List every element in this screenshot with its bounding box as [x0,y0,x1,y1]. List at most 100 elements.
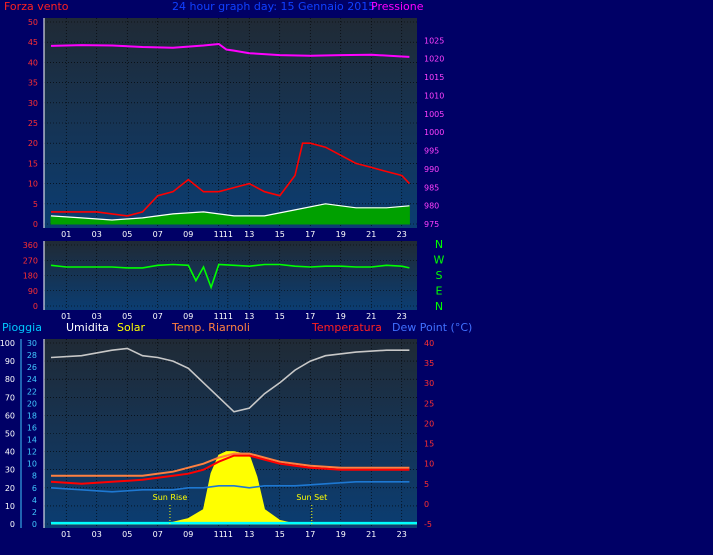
wind-speed-tick-label: 20 [28,139,38,148]
rain-tick-label: 4 [32,496,37,505]
temp-riarnoli-label: Temp. Riarnoli [171,321,250,334]
compass-label: E [436,285,443,298]
x-tick-label: 21 [366,230,376,239]
x-tick-label: 13 [244,230,254,239]
wind-speed-tick-label: 50 [28,18,38,27]
pressure-tick-label: 1025 [424,36,444,45]
pressure-tick-label: 1000 [424,128,444,137]
wind-speed-tick-label: 5 [33,200,38,209]
humidity-tick-label: 10 [5,502,15,511]
humidity-tick-label: 70 [5,393,15,402]
graph-title: 24 hour graph day: 15 Gennaio 2015 [172,0,375,13]
humidity-tick-label: 80 [5,375,15,384]
temperature-label: Temperatura [311,321,382,334]
pressure-tick-label: 1010 [424,91,444,100]
x-tick-label: 01 [61,230,71,239]
x-tick-label: 03 [92,230,102,239]
humidity-tick-label: 90 [5,357,15,366]
x-tick-label: 03 [92,312,102,321]
wind-direction-tick-label: 360 [23,241,38,250]
x-tick-label: 17 [305,530,315,539]
rain-tick-label: 20 [27,399,37,408]
x-tick-label: 17 [305,230,315,239]
x-tick-label: 07 [153,230,163,239]
x-tick-label: 15 [275,230,285,239]
x-tick-label: 19 [336,312,346,321]
x-tick-label: 03 [92,530,102,539]
rain-tick-label: 14 [27,436,37,445]
x-tick-label: 19 [336,230,346,239]
compass-label: N [435,300,443,313]
rain-tick-label: 6 [32,484,37,493]
humidity-tick-label: 0 [10,520,15,529]
humidity-label: Umidita [66,321,109,334]
temperature-tick-label: 20 [424,419,434,428]
rain-tick-label: 2 [32,508,37,517]
pressure-tick-label: 975 [424,220,439,229]
compass-label: W [434,254,445,267]
x-tick-label: 05 [122,530,132,539]
x-tick-label: 11 [223,230,233,239]
x-tick-label: 17 [305,312,315,321]
x-tick-label: 09 [183,230,193,239]
dewpoint-label: Dew Point (°C) [392,321,472,334]
humidity-tick-label: 30 [5,466,15,475]
x-tick-label: 01 [61,312,71,321]
compass-label: S [436,269,443,282]
x-tick-label: 23 [397,312,407,321]
pressure-tick-label: 985 [424,183,439,192]
pressure-tick-label: 980 [424,202,439,211]
rain-tick-label: 22 [27,387,37,396]
wind-direction-tick-label: 180 [23,272,38,281]
x-tick-label: 15 [275,312,285,321]
temperature-tick-label: 30 [424,379,434,388]
rain-tick-label: 28 [27,351,37,360]
x-tick-label: 23 [397,230,407,239]
x-tick-label: 11 [223,530,233,539]
wind-speed-title: Forza vento [4,0,69,13]
rain-tick-label: 16 [27,423,37,432]
wind-speed-tick-label: 30 [28,99,38,108]
rain-tick-label: 18 [27,411,37,420]
humidity-tick-label: 20 [5,484,15,493]
x-tick-label: 05 [122,312,132,321]
rain-tick-label: 8 [32,472,37,481]
humidity-tick-label: 60 [5,411,15,420]
rain-tick-label: 30 [27,339,37,348]
wind-speed-tick-label: 15 [28,159,38,168]
temperature-tick-label: 0 [424,500,429,509]
rain-label: Pioggia [2,321,42,334]
pressure-tick-label: 1020 [424,55,444,64]
rain-tick-label: 24 [27,375,37,384]
rain-tick-label: 12 [27,448,37,457]
sun-rise-label: Sun Rise [153,493,188,502]
temperature-tick-label: 35 [424,359,434,368]
wind-direction-tick-label: 90 [28,287,38,296]
wind-speed-tick-label: 45 [28,38,38,47]
x-tick-label: 01 [61,530,71,539]
rain-tick-label: 26 [27,363,37,372]
temperature-tick-label: 10 [424,460,434,469]
humidity-tick-label: 40 [5,448,15,457]
temperature-tick-label: -5 [424,520,432,529]
wind-speed-tick-label: 35 [28,79,38,88]
x-tick-label: 09 [183,530,193,539]
compass-label: N [435,238,443,251]
x-tick-label: 09 [183,312,193,321]
x-tick-label: 15 [275,530,285,539]
x-tick-label: 21 [366,530,376,539]
x-tick-label: 21 [366,312,376,321]
weather-graph: Forza vento 24 hour graph day: 15 Gennai… [0,0,472,539]
wind-speed-tick-label: 25 [28,119,38,128]
x-tick-label: 07 [153,530,163,539]
rain-tick-label: 0 [32,520,37,529]
solar-label: Solar [117,321,146,334]
temperature-tick-label: 40 [424,339,434,348]
x-tick-label: 05 [122,230,132,239]
humidity-tick-label: 100 [0,339,15,348]
pressure-tick-label: 1005 [424,110,444,119]
x-tick-label: 13 [244,312,254,321]
wind-speed-tick-label: 0 [33,220,38,229]
x-tick-label: 07 [153,312,163,321]
wind-direction-tick-label: 0 [33,302,38,311]
